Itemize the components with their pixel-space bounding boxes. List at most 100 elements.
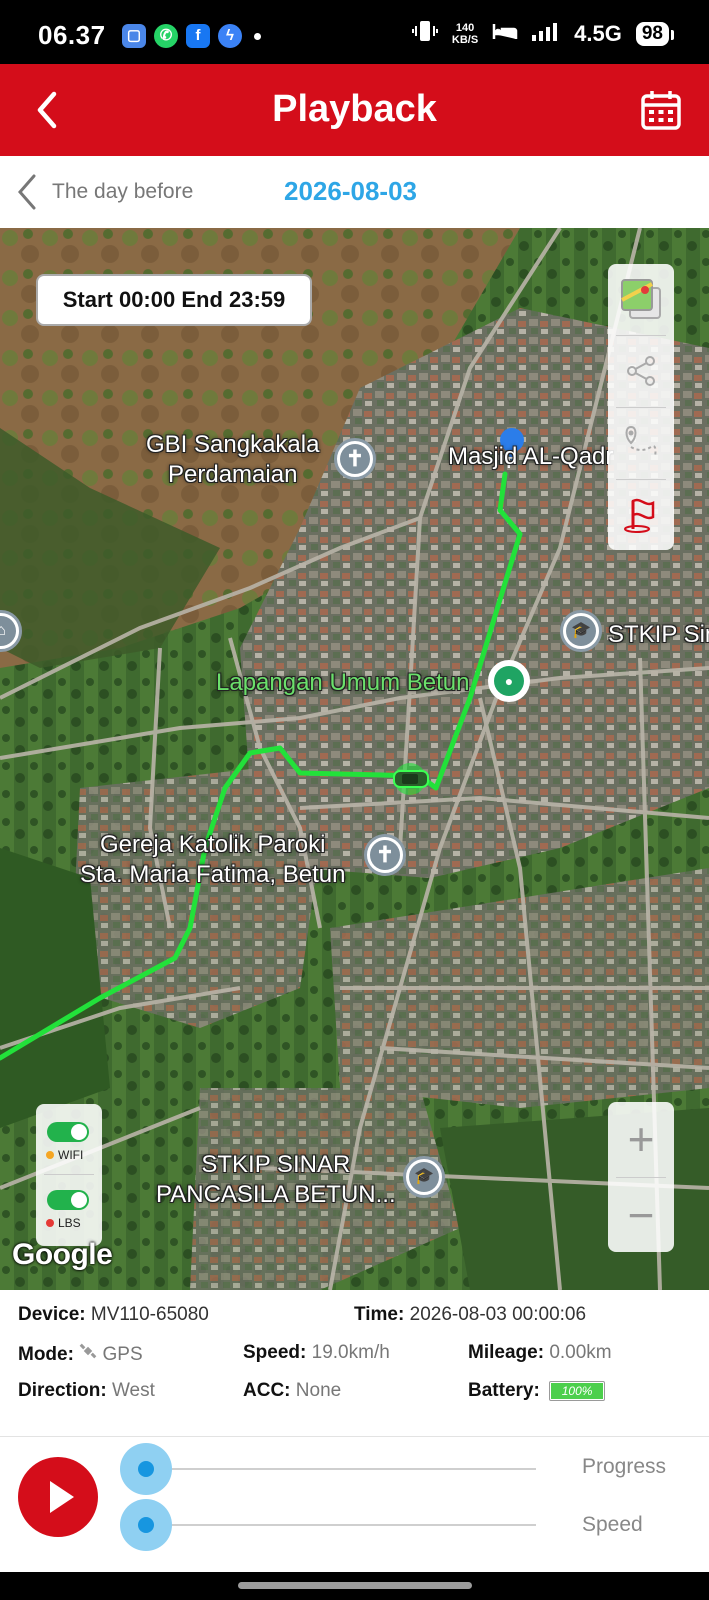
zoom-in-button[interactable]: +	[608, 1102, 674, 1176]
battery-level-icon: 100%	[549, 1380, 606, 1401]
device-value: MV110-65080	[90, 1304, 209, 1325]
school-icon[interactable]: 🎓	[403, 1156, 445, 1198]
device-info-panel: Device: MV110-65080 Time: 2026-08-03 00:…	[0, 1290, 709, 1436]
speed-slider[interactable]	[120, 1499, 536, 1551]
map-view[interactable]: P Start 00:00 End 23:59 GBI Sangkakala P…	[0, 228, 709, 1290]
poi-label-masjid[interactable]: Masjid AL-Qadr	[448, 442, 613, 472]
direction-field: Direction: West	[18, 1380, 155, 1402]
previous-day-button[interactable]: The day before	[14, 172, 193, 212]
messenger-icon: ϟ	[218, 24, 242, 48]
zoom-out-button[interactable]: −	[608, 1178, 674, 1252]
mileage-key: Mileage:	[468, 1342, 545, 1363]
mode-value: GPS	[102, 1344, 143, 1365]
net-speed-value: 140	[455, 22, 475, 34]
wifi-toggle[interactable]: WIFI	[36, 1110, 102, 1172]
more-notifications-dot	[254, 32, 261, 40]
toggle-divider	[44, 1174, 94, 1175]
whatsapp-icon: ✆	[154, 24, 178, 48]
progress-thumb[interactable]	[120, 1443, 172, 1495]
park-icon[interactable]: ●	[488, 660, 530, 702]
map-layers-icon	[621, 279, 661, 319]
wifi-switch[interactable]	[47, 1122, 89, 1142]
progress-label: Progress	[582, 1455, 667, 1478]
speed-value: 19.0km/h	[311, 1342, 390, 1363]
speed-label: Speed	[582, 1513, 643, 1536]
net-speed-unit: KB/S	[451, 34, 479, 46]
lbs-switch[interactable]	[47, 1190, 89, 1210]
page-title: Playback	[272, 88, 437, 130]
status-right: 140 KB/S 4.5G 98	[411, 18, 675, 50]
selected-date[interactable]: 2026-08-03	[284, 176, 417, 207]
poi-label-gereja[interactable]: Gereja Katolik Paroki Sta. Maria Fatima,…	[80, 830, 345, 890]
info-row-1: Device: MV110-65080 Time: 2026-08-03 00:…	[0, 1304, 709, 1340]
time-range-chip[interactable]: Start 00:00 End 23:59	[36, 274, 312, 326]
school-icon[interactable]: 🎓	[560, 610, 602, 652]
lbs-toggle[interactable]: LBS	[36, 1178, 102, 1240]
bed-icon	[492, 21, 518, 47]
stop-flags-button[interactable]	[608, 480, 674, 550]
mode-field: Mode: GPS	[18, 1342, 143, 1366]
play-button[interactable]	[18, 1457, 98, 1537]
poi-label-gbi[interactable]: GBI Sangkakala Perdamaian	[146, 430, 319, 490]
wifi-status-dot	[46, 1151, 54, 1159]
acc-key: ACC:	[243, 1380, 291, 1401]
messages-app-icon: ▢	[122, 24, 146, 48]
acc-value: None	[295, 1380, 342, 1401]
location-source-toggles: WIFI LBS	[36, 1104, 102, 1246]
lbs-toggle-label: LBS	[46, 1216, 81, 1230]
poi-label-lapangan[interactable]: Lapangan Umum Betun	[216, 668, 470, 698]
church-icon[interactable]: ✝	[364, 834, 406, 876]
info-row-3: Direction: West ACC: None Battery: 100%	[0, 1380, 709, 1416]
poi-label-stkip-bottom[interactable]: STKIP SINAR PANCASILA BETUN...	[156, 1150, 396, 1210]
share-icon	[627, 356, 655, 386]
system-nav-bar	[0, 1572, 709, 1600]
wifi-label-text: WIFI	[58, 1148, 84, 1162]
zoom-controls: + −	[608, 1102, 674, 1252]
phone-screen: 06.37 ▢ ✆ f ϟ 140 KB/S 4.5G 98 Playback …	[0, 0, 709, 1600]
share-button[interactable]	[608, 336, 674, 406]
track-points-button[interactable]	[608, 408, 674, 478]
date-bar: The day before 2026-08-03	[0, 156, 709, 228]
battery-field: Battery: 100%	[468, 1380, 606, 1402]
map-tools-panel	[608, 264, 674, 550]
signal-icon	[532, 21, 560, 47]
network-type: 4.5G	[574, 21, 622, 46]
speed-field: Speed: 19.0km/h	[243, 1342, 390, 1364]
app-bar: Playback	[0, 64, 709, 156]
device-key: Device:	[18, 1304, 86, 1325]
progress-track	[146, 1468, 536, 1470]
direction-value: West	[111, 1380, 155, 1401]
vibrate-icon	[411, 18, 438, 50]
google-attribution: Google	[12, 1238, 113, 1271]
satellite-icon	[79, 1343, 102, 1365]
facebook-icon: f	[186, 24, 210, 48]
net-speed: 140 KB/S	[452, 22, 478, 46]
device-field: Device: MV110-65080	[18, 1304, 209, 1326]
map-type-button[interactable]	[608, 264, 674, 334]
mode-key: Mode:	[18, 1344, 74, 1365]
speed-track	[146, 1524, 536, 1526]
battery-key: Battery:	[468, 1380, 540, 1401]
status-time: 06.37	[38, 20, 106, 50]
speed-key: Speed:	[243, 1342, 307, 1363]
status-bar: 06.37 ▢ ✆ f ϟ 140 KB/S 4.5G 98	[0, 0, 709, 64]
home-gesture-bar[interactable]	[238, 1582, 472, 1589]
acc-field: ACC: None	[243, 1380, 341, 1402]
previous-day-label: The day before	[52, 180, 194, 203]
time-value: 2026-08-03 00:00:06	[409, 1304, 587, 1325]
poi-label-stkip-top[interactable]: STKIP Sin	[608, 620, 709, 650]
battery-indicator: 98	[635, 22, 675, 46]
chevron-left-icon	[18, 174, 36, 210]
progress-slider[interactable]	[120, 1443, 536, 1495]
calendar-button[interactable]	[639, 88, 683, 132]
mileage-field: Mileage: 0.00km	[468, 1342, 612, 1364]
speed-thumb[interactable]	[120, 1499, 172, 1551]
satellite-map[interactable]	[0, 228, 709, 1290]
info-row-2: Mode: GPS Speed: 19.0km/h Mileage: 0.00k…	[0, 1342, 709, 1378]
church-icon[interactable]: ✝	[334, 438, 376, 480]
lbs-label-text: LBS	[58, 1216, 81, 1230]
time-field: Time: 2026-08-03 00:00:06	[354, 1304, 586, 1326]
time-key: Time:	[354, 1304, 405, 1325]
direction-key: Direction:	[18, 1380, 107, 1401]
mileage-value: 0.00km	[549, 1342, 612, 1363]
